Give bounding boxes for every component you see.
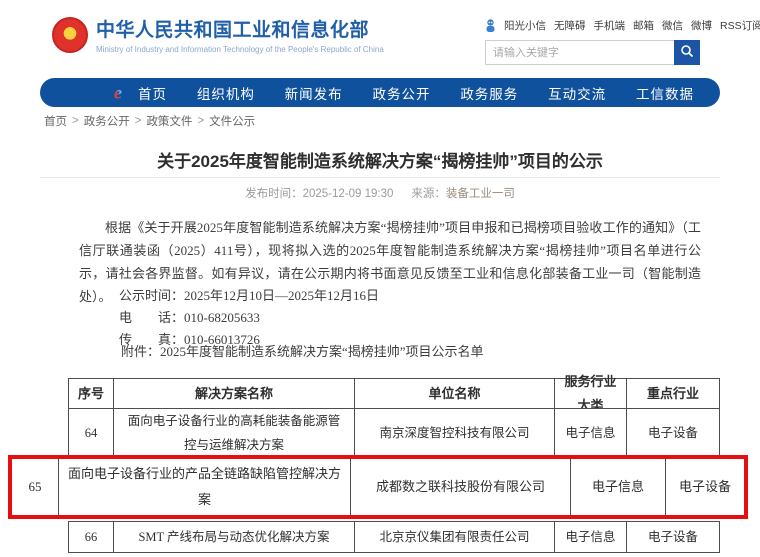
search-icon [680,44,694,61]
row-solution: SMT 产线布局与动态优化解决方案 [113,522,354,552]
svg-text:e: e [114,83,122,103]
breadcrumb: 首页 > 政务公开 > 政策文件 > 文件公示 [44,113,255,129]
col-header-company: 单位名称 [354,379,554,408]
nav-item-home[interactable]: 首页 [138,83,167,103]
publish-time-value: 2025-12-09 19:30 [303,188,394,200]
row-solution: 面向电子设备行业的产品全链路缺陷管控解决方案 [58,459,350,515]
source-value: 装备工业一司 [446,188,515,200]
row-industry: 电子设备 [665,459,744,515]
row-no: 64 [69,409,113,456]
table-row: 64 面向电子设备行业的高耗能装备能源管控与运维解决方案 南京深度智控科技有限公… [68,408,720,457]
publish-time-label: 发布时间： [245,188,303,200]
highlighted-table-row[interactable]: 65 面向电子设备行业的产品全链路缺陷管控解决方案 成都数之联科技股份有限公司 … [8,455,748,519]
top-link-wechat[interactable]: 微信 [662,18,683,33]
breadcrumb-separator: > [72,115,79,127]
top-link-mobile[interactable]: 手机端 [594,18,626,33]
row-category: 电子信息 [554,522,626,552]
nav-item-gov-service[interactable]: 政务服务 [460,83,518,103]
nav-item-news[interactable]: 新闻发布 [285,83,343,103]
top-link-yangguang[interactable]: 阳光小信 [504,18,546,33]
breadcrumb-current: 文件公示 [209,113,255,129]
miit-e-logo-icon: e [108,82,128,108]
notice-phone: 电 话：010-68205633 [119,307,379,329]
notice-period: 公示时间：2025年12月10日—2025年12月16日 [119,285,379,307]
row-category: 电子信息 [554,409,626,456]
row-company: 成都数之联科技股份有限公司 [350,459,570,515]
main-nav: e 首页 组织机构 新闻发布 政务公开 政务服务 互动交流 工信数据 [40,78,720,107]
nav-item-data[interactable]: 工信数据 [636,83,694,103]
breadcrumb-home[interactable]: 首页 [44,113,67,129]
site-title-cn: 中华人民共和国工业和信息化部 [96,15,384,42]
article-meta: 发布时间：2025-12-09 19:30 来源：装备工业一司 [40,185,720,201]
top-link-weibo[interactable]: 微博 [691,18,712,33]
row-no: 65 [12,459,58,515]
row-no: 66 [69,522,113,552]
top-link-mail[interactable]: 邮箱 [633,18,654,33]
search-button[interactable] [674,40,700,65]
attachment-link[interactable]: 2025年度智能制造系统解决方案“揭榜挂帅”项目公示名单 [160,344,484,359]
breadcrumb-gov-disclosure[interactable]: 政务公开 [84,113,130,129]
mascot-icon [485,19,496,32]
attachment-label: 附件： [121,344,160,359]
row-company: 南京深度智控科技有限公司 [354,409,554,456]
row-company: 北京京仪集团有限责任公司 [354,522,554,552]
national-emblem-icon: ★ [52,17,88,53]
col-header-solution: 解决方案名称 [113,379,354,408]
site-title-en: Ministry of Industry and Information Tec… [96,45,384,54]
attachment-line: 附件：2025年度智能制造系统解决方案“揭榜挂帅”项目公示名单 [121,341,484,360]
nav-item-organization[interactable]: 组织机构 [197,83,255,103]
source-label: 来源： [411,188,446,200]
page-title: 关于2025年度智能制造系统解决方案“揭榜挂帅”项目的公示 [40,147,720,172]
col-header-category: 服务行业大类 [554,379,626,408]
row-industry: 电子设备 [626,409,719,456]
nav-item-gov-disclosure[interactable]: 政务公开 [372,83,430,103]
top-link-rss[interactable]: RSS订阅 [720,18,760,33]
col-header-industry: 重点行业 [626,379,719,408]
site-header: ★ 中华人民共和国工业和信息化部 Ministry of Industry an… [0,0,760,75]
top-link-accessibility[interactable]: 无障碍 [554,18,586,33]
row-category: 电子信息 [570,459,665,515]
search-input[interactable] [485,40,674,65]
top-utility-links: 阳光小信 无障碍 手机端 邮箱 微信 微博 RSS订阅 [485,18,700,33]
breadcrumb-separator: > [197,115,204,127]
title-divider [40,177,720,178]
table-row: 66 SMT 产线布局与动态优化解决方案 北京京仪集团有限责任公司 电子信息 电… [68,521,720,553]
breadcrumb-separator: > [135,115,142,127]
col-header-no: 序号 [69,379,113,408]
row-industry: 电子设备 [626,522,719,552]
table-header-row: 序号 解决方案名称 单位名称 服务行业大类 重点行业 [68,378,720,409]
breadcrumb-policy-docs[interactable]: 政策文件 [146,113,192,129]
row-solution: 面向电子设备行业的高耗能装备能源管控与运维解决方案 [113,409,354,456]
nav-item-interaction[interactable]: 互动交流 [548,83,606,103]
site-logo[interactable]: ★ 中华人民共和国工业和信息化部 Ministry of Industry an… [52,15,384,54]
